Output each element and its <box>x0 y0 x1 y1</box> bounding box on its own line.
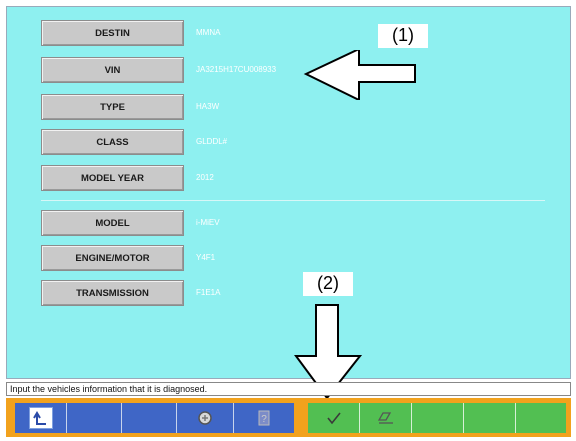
toolbar-slot-10[interactable] <box>516 403 566 433</box>
model-year-value: 2012 <box>196 173 214 182</box>
type-button[interactable]: TYPE <box>41 94 184 120</box>
back-arrow-icon <box>28 407 53 429</box>
svg-text:?: ? <box>261 414 267 425</box>
vin-value: JA3215H17CU008933 <box>196 65 277 74</box>
toolbar-slot-9[interactable] <box>464 403 516 433</box>
vehicle-info-panel: DESTIN MMNA VIN JA3215H17CU008933 TYPE H… <box>6 6 571 379</box>
model-year-button[interactable]: MODEL YEAR <box>41 165 184 191</box>
class-button[interactable]: CLASS <box>41 129 184 155</box>
model-button[interactable]: MODEL <box>41 210 184 236</box>
destin-button[interactable]: DESTIN <box>41 20 184 46</box>
engine-motor-value: Y4F1 <box>196 253 216 262</box>
type-value: HA3W <box>196 102 220 111</box>
toolbar-slot-2[interactable] <box>67 403 122 433</box>
eraser-icon <box>376 409 396 427</box>
engine-motor-button[interactable]: ENGINE/MOTOR <box>41 245 184 271</box>
help-icon: ? <box>254 409 274 427</box>
class-value: GLDDL# <box>196 137 228 146</box>
bottom-toolbar: ? <box>6 398 571 437</box>
model-value: i-MiEV <box>196 218 220 227</box>
clear-button[interactable] <box>360 403 412 433</box>
back-button[interactable] <box>15 403 67 433</box>
toolbar-slot-8[interactable] <box>412 403 464 433</box>
vin-button[interactable]: VIN <box>41 57 184 83</box>
callout-arrow-left-icon <box>303 50 416 100</box>
checkmark-icon <box>324 409 344 427</box>
toolbar-right-group <box>308 403 566 433</box>
status-bar: Input the vehicles information that it i… <box>6 382 571 396</box>
print-button[interactable] <box>177 403 234 433</box>
toolbar-slot-3[interactable] <box>122 403 177 433</box>
section-divider <box>41 200 545 201</box>
help-button[interactable]: ? <box>234 403 294 433</box>
transmission-button[interactable]: TRANSMISSION <box>41 280 184 306</box>
callout-label-1: (1) <box>378 24 428 48</box>
callout-label-2: (2) <box>303 272 353 296</box>
ok-button[interactable] <box>308 403 360 433</box>
transmission-value: F1E1A <box>196 288 221 297</box>
printer-icon <box>195 409 215 427</box>
toolbar-left-group: ? <box>15 403 294 433</box>
destin-value: MMNA <box>196 28 221 37</box>
